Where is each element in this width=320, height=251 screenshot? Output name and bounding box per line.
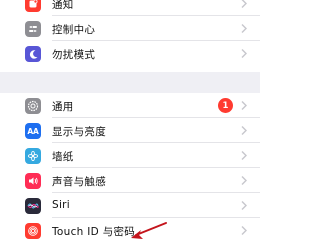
chevron-right-icon	[241, 151, 247, 160]
settings-row-label: 控制中心	[52, 24, 96, 36]
settings-row-label: 通知	[52, 0, 74, 11]
control-center-icon	[25, 21, 41, 37]
notifications-icon	[25, 0, 41, 12]
settings-group-top: 通知 控制中心 勿扰模式	[0, 0, 260, 66]
touch-id-icon	[25, 223, 41, 239]
settings-row-control-center[interactable]: 控制中心	[0, 16, 260, 41]
settings-row-general[interactable]: 通用 1	[0, 93, 260, 118]
settings-row-sounds-haptics[interactable]: 声音与触感	[0, 168, 260, 193]
settings-row-wallpaper[interactable]: 墙纸	[0, 143, 260, 168]
chevron-right-icon	[241, 126, 247, 135]
settings-row-label: 声音与触感	[52, 176, 106, 188]
chevron-right-icon	[241, 201, 247, 210]
chevron-right-icon	[241, 49, 247, 58]
chevron-right-icon	[241, 24, 247, 33]
settings-row-display-brightness[interactable]: AA 显示与亮度	[0, 118, 260, 143]
chevron-right-icon	[241, 0, 247, 8]
pointer-arrow-icon	[131, 222, 167, 239]
settings-row-label: 墙纸	[52, 151, 74, 163]
display-brightness-glyph: AA	[27, 126, 39, 136]
display-brightness-icon: AA	[25, 123, 41, 139]
settings-row-label: 显示与亮度	[52, 126, 106, 138]
chevron-right-icon	[241, 176, 247, 185]
settings-screen: 通知 控制中心 勿扰模式 通用 1 AA 显示与亮度 墙纸 声音与触感 Siri…	[0, 0, 260, 251]
settings-row-notifications[interactable]: 通知	[0, 0, 260, 16]
settings-row-label: Siri	[52, 199, 71, 211]
do-not-disturb-icon	[25, 46, 41, 62]
settings-row-label: 勿扰模式	[52, 49, 96, 61]
settings-row-siri[interactable]: Siri	[0, 193, 260, 218]
chevron-right-icon	[241, 226, 247, 235]
siri-icon	[25, 198, 41, 214]
settings-row-label: Touch ID 与密码	[52, 226, 136, 238]
update-badge: 1	[218, 98, 233, 113]
sounds-haptics-icon	[25, 173, 41, 189]
group-separator	[0, 72, 260, 93]
settings-row-label: 通用	[52, 101, 74, 113]
wallpaper-icon	[25, 148, 41, 164]
settings-row-do-not-disturb[interactable]: 勿扰模式	[0, 41, 260, 66]
chevron-right-icon	[241, 101, 247, 110]
general-gear-icon	[25, 98, 41, 114]
